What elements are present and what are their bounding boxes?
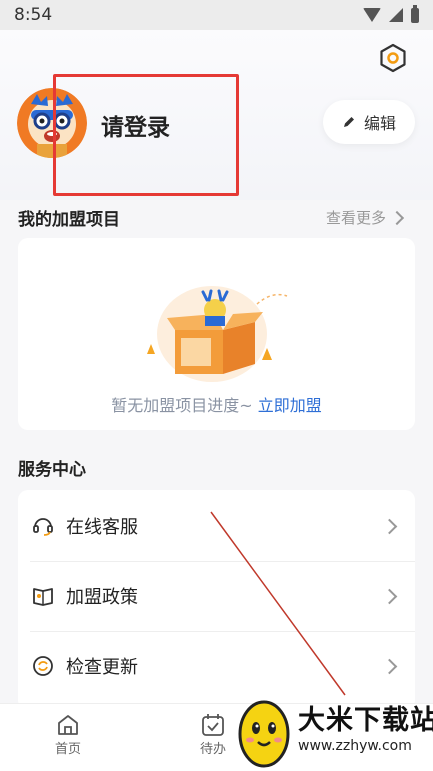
watermark-title: 大米下载站 (298, 705, 433, 736)
empty-box-illustration (147, 286, 288, 382)
empty-state-text: 暂无加盟项目进度~ 立即加盟 (18, 392, 415, 416)
view-more-label: 查看更多 (326, 209, 387, 227)
settings-button[interactable] (378, 43, 408, 73)
menu-item-label: 在线客服 (66, 517, 138, 538)
nav-label: 首页 (55, 742, 82, 757)
status-icons (363, 4, 419, 23)
nav-item-todo[interactable]: 待办 (200, 712, 226, 757)
settings-hexagon-icon (380, 43, 406, 73)
chevron-right-icon (381, 518, 398, 534)
join-now-link[interactable]: 立即加盟 (258, 396, 322, 415)
status-time: 8:54 (14, 5, 53, 25)
watermark-url: www.zzhyw.com (298, 738, 412, 754)
home-icon (58, 715, 78, 735)
wifi-icon (363, 8, 381, 22)
annotation-highlight-box (53, 74, 239, 196)
menu-item-label: 检查更新 (66, 657, 138, 678)
view-more-link[interactable]: 查看更多 (326, 207, 405, 228)
refresh-icon (33, 656, 53, 676)
projects-section-title: 我的加盟项目 (18, 210, 120, 230)
status-bar: 8:54 (0, 0, 433, 30)
menu-item-franchise-policy[interactable]: 加盟政策 (18, 561, 415, 631)
battery-icon (411, 4, 419, 23)
watermark: 大米下载站 www.zzhyw.com (232, 690, 433, 770)
nav-item-home[interactable]: 首页 (55, 712, 81, 757)
book-icon (33, 588, 53, 606)
nav-label: 待办 (200, 742, 227, 757)
empty-state-message: 暂无加盟项目进度~ (111, 396, 253, 415)
chevron-right-icon (389, 210, 405, 225)
edit-label: 编辑 (363, 114, 396, 133)
chevron-right-icon (381, 658, 398, 674)
headset-icon (33, 518, 53, 536)
menu-item-label: 加盟政策 (66, 587, 138, 608)
service-section-title: 服务中心 (18, 460, 86, 480)
chevron-right-icon (381, 588, 398, 604)
pencil-icon (343, 117, 354, 127)
edit-profile-button[interactable]: 编辑 (323, 100, 415, 144)
signal-icon (389, 8, 403, 22)
menu-item-online-service[interactable]: 在线客服 (18, 491, 415, 561)
egg-mascot-logo (238, 700, 290, 768)
calendar-check-icon (202, 714, 224, 736)
